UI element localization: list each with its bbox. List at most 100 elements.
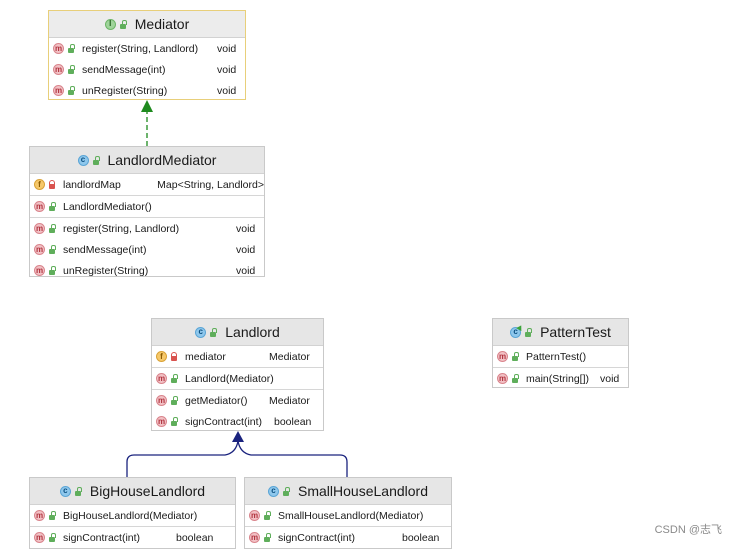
constructor-name: Landlord(Mediator) — [185, 372, 274, 385]
big-house-landlord-header: c BigHouseLandlord — [30, 478, 235, 505]
public-icon — [48, 224, 56, 233]
method-icon: m — [53, 43, 64, 54]
watermark: CSDN @志飞 — [654, 524, 722, 536]
field-type: Map<String, Landlord> — [157, 178, 264, 191]
field-row[interactable]: f landlordMap Map<String, Landlord> — [30, 174, 264, 195]
class-name: PatternTest — [540, 324, 611, 340]
method-icon: m — [497, 351, 508, 362]
fields-section: f mediator Mediator — [152, 346, 323, 368]
public-icon — [92, 155, 100, 165]
method-icon: m — [34, 201, 45, 212]
class-name: BigHouseLandlord — [89, 483, 206, 499]
method-row[interactable]: m main(String[]) void — [493, 368, 628, 389]
constructors-section: m BigHouseLandlord(Mediator) — [30, 505, 235, 527]
method-type: void — [236, 243, 256, 256]
methods-section: m register(String, Landlord) void m send… — [49, 38, 245, 101]
method-type: boolean — [274, 415, 312, 428]
public-icon — [170, 396, 178, 405]
class-icon: c — [268, 485, 280, 497]
method-icon: m — [53, 85, 64, 96]
constructor-row[interactable]: m LandlordMediator() — [30, 196, 264, 217]
method-icon: m — [249, 510, 260, 521]
method-icon: m — [497, 373, 508, 384]
method-type: void — [217, 63, 237, 76]
public-icon — [170, 374, 178, 383]
field-type: Mediator — [269, 350, 310, 363]
constructor-row[interactable]: m Landlord(Mediator) — [152, 368, 323, 389]
method-icon: m — [156, 416, 167, 427]
generalization-line-big — [126, 440, 239, 477]
landlord-mediator-header: c LandlordMediator — [30, 147, 264, 174]
mediator-header: I Mediator — [49, 11, 245, 38]
public-icon — [282, 486, 291, 496]
method-row[interactable]: m sendMessage(int) void — [30, 239, 264, 260]
method-name: signContract(int) — [63, 531, 141, 544]
constructor-row[interactable]: m PatternTest() — [493, 346, 628, 367]
methods-section: m getMediator() Mediator m signContract(… — [152, 390, 323, 432]
field-icon: f — [34, 179, 45, 190]
method-type: boolean — [402, 531, 440, 544]
field-row[interactable]: f mediator Mediator — [152, 346, 323, 367]
public-icon — [48, 245, 56, 254]
generalization-arrowhead — [232, 431, 244, 442]
constructors-section: m Landlord(Mediator) — [152, 368, 323, 390]
public-icon — [263, 511, 271, 520]
public-icon — [511, 374, 519, 383]
class-name: Landlord — [225, 324, 280, 340]
public-icon — [48, 533, 56, 542]
method-row[interactable]: m signContract(int) boolean — [152, 411, 323, 432]
method-type: void — [236, 222, 256, 235]
constructor-row[interactable]: m BigHouseLandlord(Mediator) — [30, 505, 235, 526]
public-icon — [67, 65, 75, 74]
method-row[interactable]: m register(String, Landlord) void — [49, 38, 245, 59]
public-icon — [67, 86, 75, 95]
class-name: Mediator — [134, 16, 190, 32]
method-icon: m — [53, 64, 64, 75]
method-icon: m — [34, 223, 45, 234]
small-house-landlord-class-box[interactable]: c SmallHouseLandlord m SmallHouseLandlor… — [244, 477, 452, 549]
public-icon — [119, 19, 127, 29]
landlord-class-box[interactable]: c Landlord f mediator Mediator m Landlor… — [151, 318, 324, 431]
public-icon — [209, 327, 218, 337]
public-icon — [48, 202, 56, 211]
mediator-interface-box[interactable]: I Mediator m register(String, Landlord) … — [48, 10, 246, 100]
method-icon: m — [34, 265, 45, 276]
constructors-section: m LandlordMediator() — [30, 196, 264, 218]
method-icon: m — [156, 373, 167, 384]
methods-section: m main(String[]) void — [493, 368, 628, 389]
method-type: void — [236, 264, 256, 277]
method-name: register(String, Landlord) — [63, 222, 180, 235]
pattern-test-header: c PatternTest — [493, 319, 628, 346]
method-name: signContract(int) — [278, 531, 356, 544]
method-icon: m — [156, 395, 167, 406]
constructor-name: SmallHouseLandlord(Mediator) — [278, 509, 424, 522]
method-icon: m — [34, 244, 45, 255]
method-row[interactable]: m unRegister(String) void — [30, 260, 264, 281]
field-name: mediator — [185, 350, 226, 363]
constructor-row[interactable]: m SmallHouseLandlord(Mediator) — [245, 505, 451, 526]
fields-section: f landlordMap Map<String, Landlord> — [30, 174, 264, 196]
method-row[interactable]: m getMediator() Mediator — [152, 390, 323, 411]
method-type: boolean — [176, 531, 214, 544]
method-name: unRegister(String) — [82, 84, 168, 97]
big-house-landlord-class-box[interactable]: c BigHouseLandlord m BigHouseLandlord(Me… — [29, 477, 236, 549]
class-icon: c — [195, 326, 207, 338]
field-name: landlordMap — [63, 178, 121, 191]
field-icon: f — [156, 351, 167, 362]
private-icon — [48, 180, 56, 189]
public-icon — [74, 486, 82, 496]
method-row[interactable]: m sendMessage(int) void — [49, 59, 245, 80]
class-name: LandlordMediator — [107, 152, 217, 168]
realization-arrowhead — [141, 100, 153, 112]
pattern-test-class-box[interactable]: c PatternTest m PatternTest() m main(Str… — [492, 318, 629, 388]
method-row[interactable]: m register(String, Landlord) void — [30, 218, 264, 239]
method-row[interactable]: m unRegister(String) void — [49, 80, 245, 101]
method-name: signContract(int) — [185, 415, 263, 428]
main-class-icon: c — [510, 326, 522, 338]
private-icon — [170, 352, 178, 361]
public-icon — [524, 327, 533, 337]
landlord-mediator-class-box[interactable]: c LandlordMediator f landlordMap Map<Str… — [29, 146, 265, 277]
small-house-landlord-header: c SmallHouseLandlord — [245, 478, 451, 505]
method-type: void — [600, 372, 620, 385]
interface-icon: I — [104, 18, 116, 30]
